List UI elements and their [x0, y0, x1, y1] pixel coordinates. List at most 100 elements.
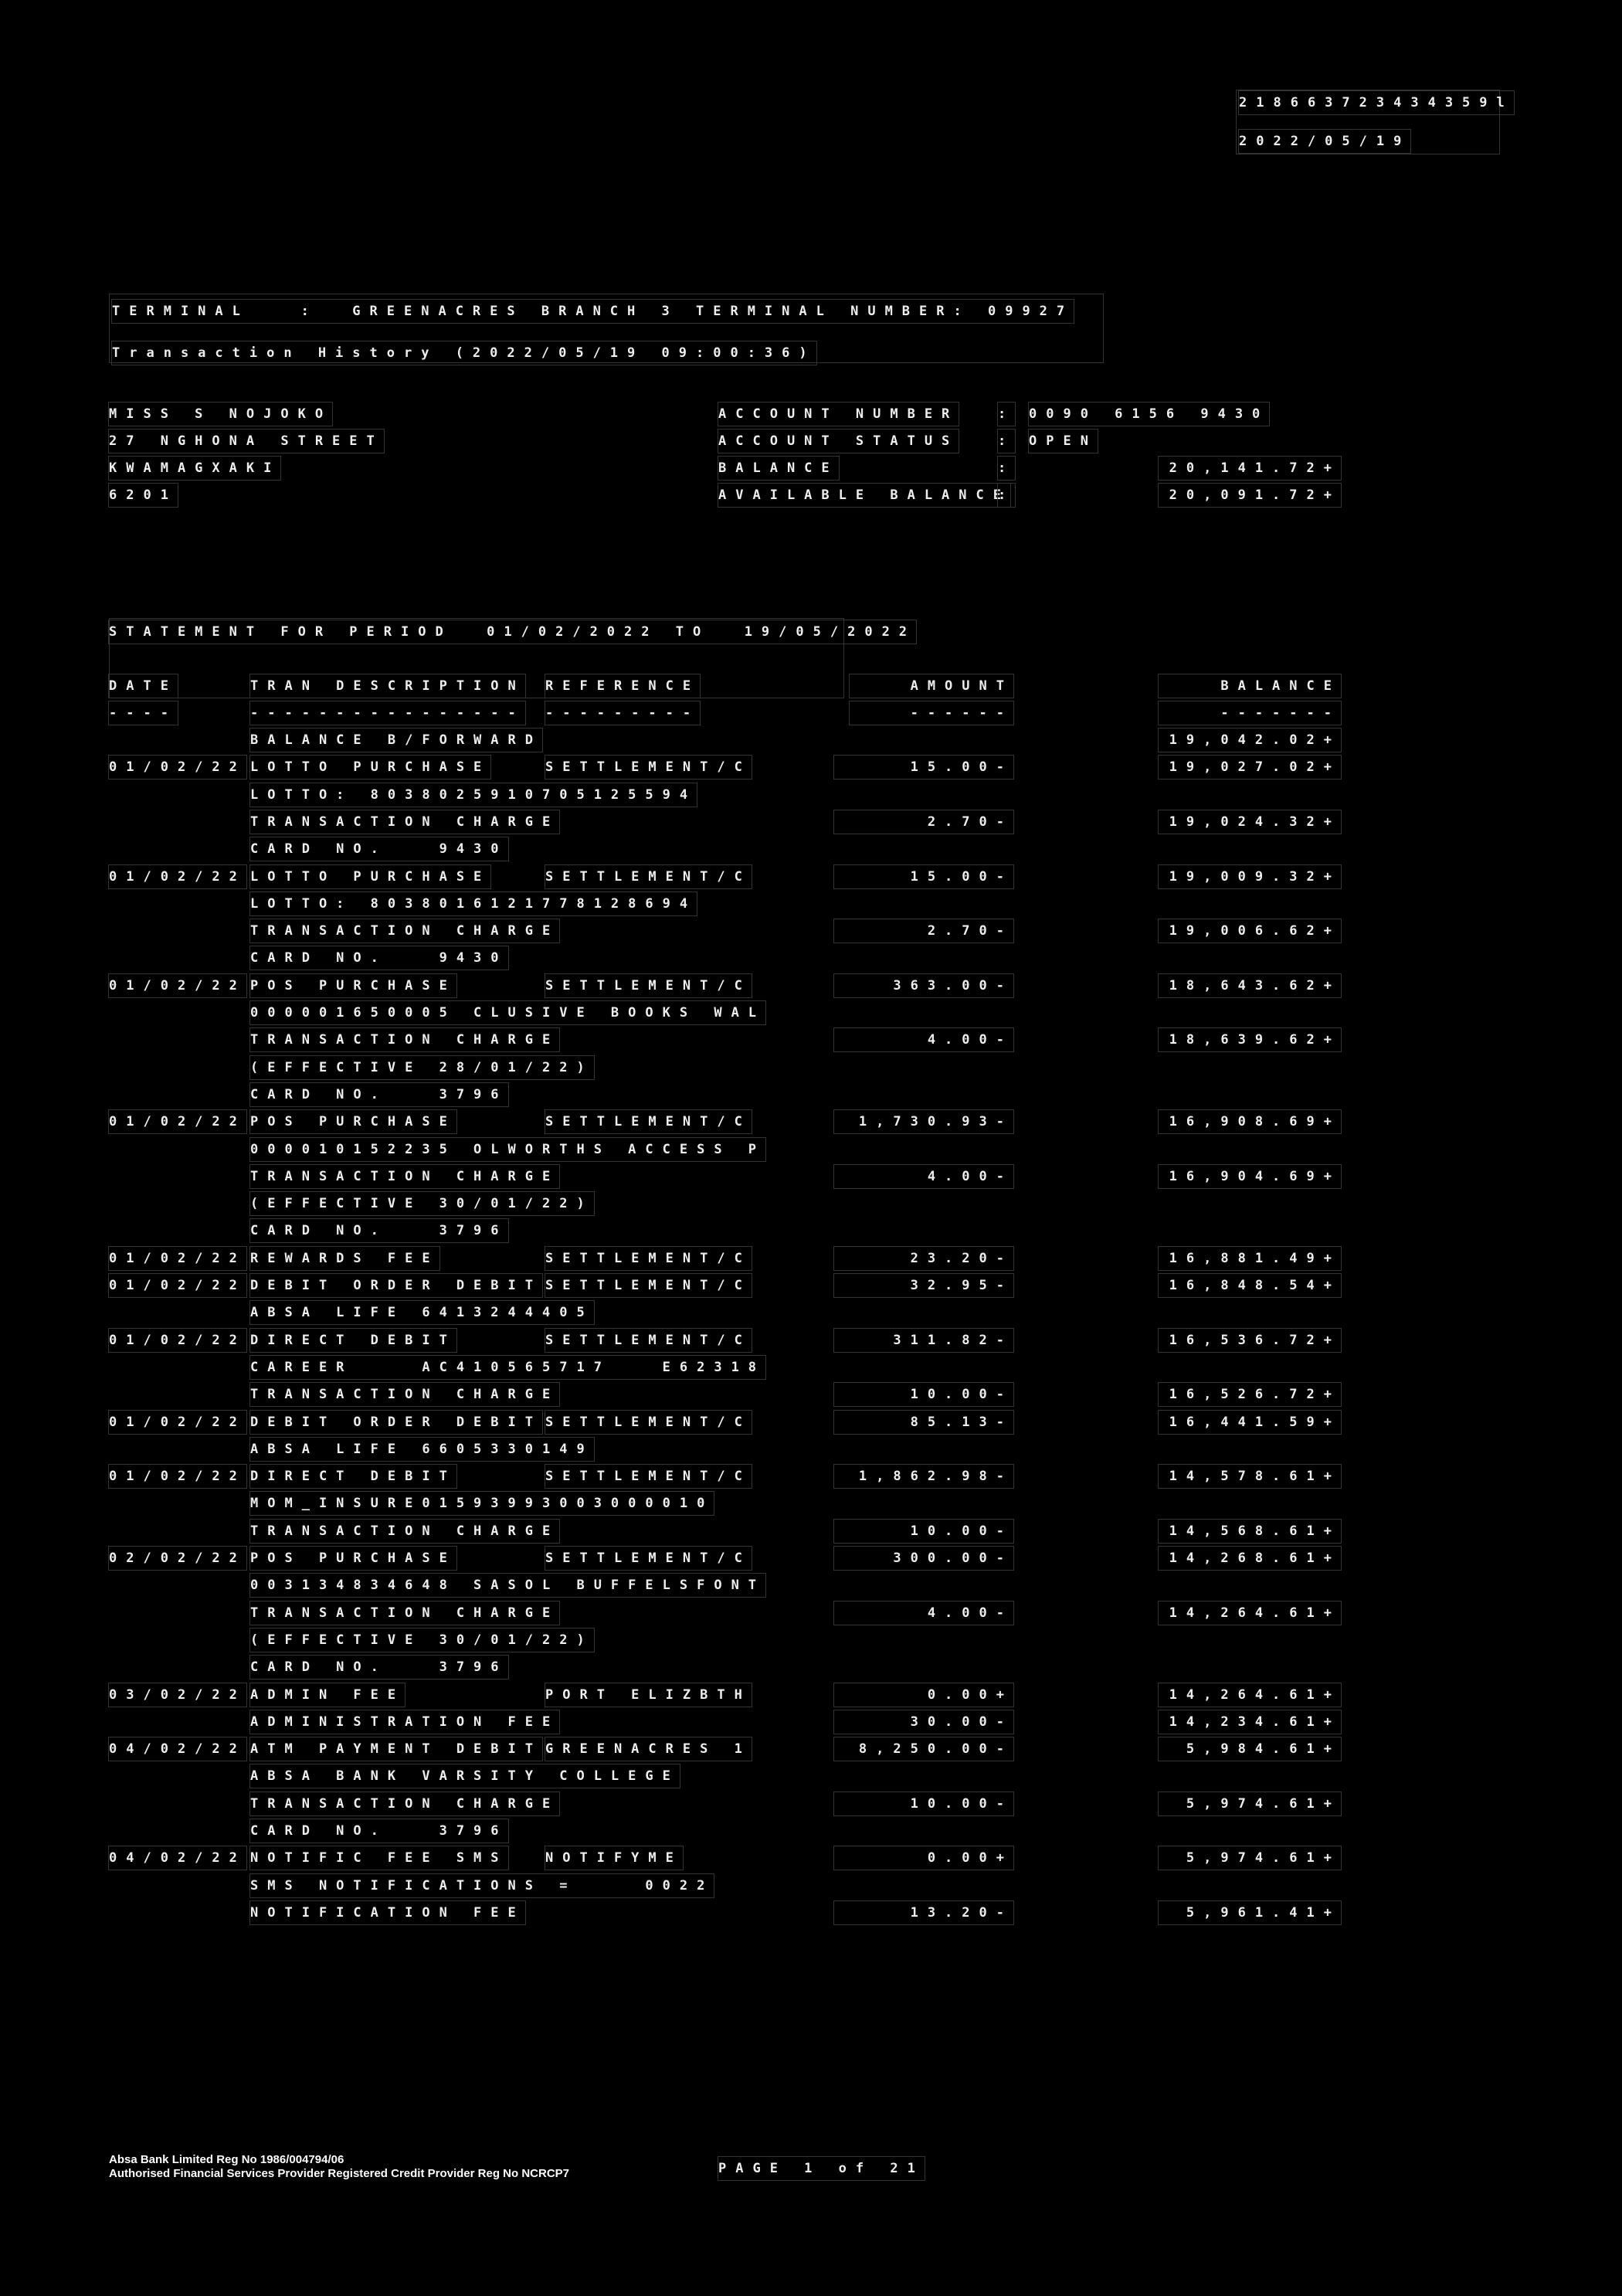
row-amount: 2.70- — [833, 919, 1014, 943]
row-description: NOTIFICATION FEE — [249, 1900, 526, 1925]
row-date: 01/02/22 — [108, 1464, 247, 1489]
row-amount: 300.00- — [833, 1546, 1014, 1571]
row-amount: 15.00- — [833, 864, 1014, 889]
row-description: DEBIT ORDER DEBIT — [249, 1273, 543, 1298]
row-reference: SETTLEMENT/C — [545, 1109, 752, 1134]
available-balance-label: AVAILABLE BALANCE — [718, 483, 1011, 508]
row-balance: 18,639.62+ — [1158, 1027, 1342, 1052]
row-description: TRANSACTION CHARGE — [249, 1519, 561, 1544]
row-amount: 2.70- — [833, 810, 1014, 834]
row-amount: 23.20- — [833, 1246, 1014, 1271]
row-balance: 14,578.61+ — [1158, 1464, 1342, 1489]
colon: : — [996, 483, 1016, 508]
footer-authorised: Authorised Financial Services Provider R… — [109, 2167, 570, 2180]
account-number-label: ACCOUNT NUMBER — [717, 402, 960, 426]
row-description: SMS NOTIFICATIONS = 0022 — [249, 1873, 715, 1898]
row-date: 01/02/22 — [108, 1109, 247, 1134]
row-description: ABSA BANK VARSITY COLLEGE — [249, 1764, 680, 1788]
customer-address-1: 27 NGHONA STREET — [108, 429, 385, 453]
row-balance: 16,441.59+ — [1158, 1410, 1342, 1435]
row-amount: 10.00- — [833, 1382, 1014, 1407]
row-description: MOM_INSURE01593993003000010 — [249, 1491, 715, 1516]
row-description: TRANSACTION CHARGE — [249, 1601, 561, 1625]
row-description: TRANSACTION CHARGE — [249, 919, 561, 943]
row-amount: 13.20- — [833, 1900, 1014, 1925]
account-number: 0090 6156 9430 — [1027, 402, 1271, 426]
row-balance: 5,984.61+ — [1158, 1737, 1342, 1761]
row-description: DEBIT ORDER DEBIT — [249, 1410, 543, 1435]
row-description: LOTTO: 8038025910705125594 — [249, 783, 698, 807]
row-balance: 14,268.61+ — [1158, 1546, 1342, 1571]
row-description: POS PURCHASE — [249, 1109, 457, 1134]
account-status-label: ACCOUNT STATUS — [717, 429, 960, 453]
row-date: 04/02/22 — [108, 1846, 247, 1870]
row-date: 01/02/22 — [108, 973, 247, 998]
row-balance: 16,904.69+ — [1158, 1164, 1342, 1189]
row-description: REWARDS FEE — [249, 1246, 440, 1271]
history-line: Transaction History (2022/05/19 09:00:36… — [111, 341, 817, 365]
dash-reference: --------- — [544, 701, 701, 725]
row-balance: 5,974.61+ — [1158, 1792, 1342, 1816]
row-amount: 311.82- — [833, 1328, 1014, 1353]
row-description: TRANSACTION CHARGE — [249, 1792, 561, 1816]
row-date: 01/02/22 — [108, 1410, 247, 1435]
row-balance: 19,009.32+ — [1158, 864, 1342, 889]
row-description: CARD NO. 9430 — [249, 837, 509, 861]
row-description: ABSA LIFE 6413244405 — [249, 1300, 595, 1325]
row-description: POS PURCHASE — [249, 973, 457, 998]
row-date: 02/02/22 — [108, 1546, 247, 1571]
row-amount: 4.00- — [833, 1601, 1014, 1625]
row-reference: SETTLEMENT/C — [545, 1328, 752, 1353]
row-date: 01/02/22 — [108, 1328, 247, 1353]
row-description: (EFFECTIVE 30/01/22) — [249, 1628, 595, 1652]
dash-date: ---- — [108, 701, 178, 725]
dash-description: ---------------- — [249, 701, 526, 725]
row-date: 01/02/22 — [108, 864, 247, 889]
row-reference: SETTLEMENT/C — [545, 864, 752, 889]
row-description: CARD NO. 3796 — [249, 1819, 509, 1843]
colon: : — [996, 456, 1016, 481]
header-amount: AMOUNT — [849, 674, 1014, 698]
row-reference: SETTLEMENT/C — [545, 1464, 752, 1489]
row-balance: 5,974.61+ — [1158, 1846, 1342, 1870]
row-date: 01/02/22 — [108, 1273, 247, 1298]
header-reference: REFERENCE — [544, 674, 701, 698]
row-balance: 19,024.32+ — [1158, 810, 1342, 834]
row-amount: 8,250.00- — [833, 1737, 1014, 1761]
row-balance: 16,881.49+ — [1158, 1246, 1342, 1271]
row-amount: 10.00- — [833, 1519, 1014, 1544]
row-description: (EFFECTIVE 30/01/22) — [249, 1191, 595, 1216]
row-amount: 32.95- — [833, 1273, 1014, 1298]
row-balance: 5,961.41+ — [1158, 1900, 1342, 1925]
row-balance: 14,234.61+ — [1158, 1710, 1342, 1734]
row-description: LOTTO PURCHASE — [249, 755, 492, 779]
row-balance: 14,264.61+ — [1158, 1601, 1342, 1625]
row-description: POS PURCHASE — [249, 1546, 457, 1571]
footer-registration: Absa Bank Limited Reg No 1986/004794/06 — [109, 2153, 344, 2166]
row-reference: SETTLEMENT/C — [545, 973, 752, 998]
row-balance: 16,848.54+ — [1158, 1273, 1342, 1298]
row-description: CARD NO. 3796 — [249, 1655, 509, 1680]
statement-date: 2022/05/19 — [1237, 129, 1412, 154]
reference-number: 218663723434359l — [1238, 90, 1515, 115]
row-reference: GREENACRES 1 — [545, 1737, 752, 1761]
row-description: ATM PAYMENT DEBIT — [249, 1737, 543, 1761]
row-balance: 19,027.02+ — [1158, 755, 1342, 779]
row-amount: 15.00- — [833, 755, 1014, 779]
row-amount: 30.00- — [833, 1710, 1014, 1734]
available-balance-value: 20,091.72+ — [1158, 483, 1342, 508]
terminal-line: TERMINAL : GREENACRES BRANCH 3 TERMINAL … — [110, 299, 1075, 324]
row-amount: 85.13- — [833, 1410, 1014, 1435]
dash-balance: ------- — [1158, 701, 1342, 725]
row-balance: 19,006.62+ — [1158, 919, 1342, 943]
row-balance: 16,908.69+ — [1158, 1109, 1342, 1134]
row-description: CARD NO. 3796 — [249, 1218, 509, 1243]
row-description: DIRECT DEBIT — [249, 1328, 457, 1353]
row-description: TRANSACTION CHARGE — [249, 1164, 561, 1189]
dash-amount: ------ — [849, 701, 1014, 725]
row-balance: 14,568.61+ — [1158, 1519, 1342, 1544]
row-description: TRANSACTION CHARGE — [249, 1027, 561, 1052]
row-date: 03/02/22 — [108, 1683, 247, 1707]
row-amount: 0.00+ — [833, 1846, 1014, 1870]
row-reference: NOTIFYME — [545, 1846, 684, 1870]
